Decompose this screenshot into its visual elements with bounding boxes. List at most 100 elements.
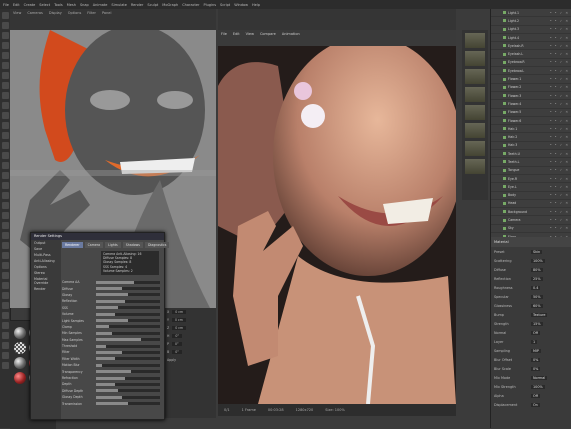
- tool-icon[interactable]: [1, 52, 9, 59]
- visibility-toggle[interactable]: • • ✓ ✕: [550, 210, 569, 214]
- history-thumbnail[interactable]: [465, 141, 485, 156]
- tool-icon[interactable]: [1, 342, 9, 349]
- tool-icon[interactable]: [1, 132, 9, 139]
- object-row[interactable]: Eyebrow.R • • ✓ ✕: [491, 59, 571, 68]
- dialog-tab[interactable]: Lights: [105, 242, 121, 248]
- object-row[interactable]: Teeth.L • • ✓ ✕: [491, 158, 571, 167]
- visibility-toggle[interactable]: • • ✓ ✕: [550, 94, 569, 98]
- visibility-toggle[interactable]: • • ✓ ✕: [550, 135, 569, 139]
- tool-icon[interactable]: [1, 142, 9, 149]
- tool-icon[interactable]: [1, 322, 9, 329]
- visibility-toggle[interactable]: • • ✓ ✕: [550, 193, 569, 197]
- tool-icon[interactable]: [1, 152, 9, 159]
- visibility-toggle[interactable]: • • ✓ ✕: [550, 110, 569, 114]
- object-row[interactable]: Flower.4 • • ✓ ✕: [491, 100, 571, 109]
- tool-icon[interactable]: [1, 292, 9, 299]
- object-row[interactable]: Camera • • ✓ ✕: [491, 216, 571, 225]
- visibility-toggle[interactable]: • • ✓ ✕: [550, 44, 569, 48]
- visibility-toggle[interactable]: • • ✓ ✕: [550, 143, 569, 147]
- tool-icon[interactable]: [1, 102, 9, 109]
- attribute-value-field[interactable]: 100%: [531, 384, 545, 389]
- setting-slider[interactable]: [96, 370, 160, 374]
- tool-icon[interactable]: [1, 222, 9, 229]
- history-thumbnail[interactable]: [465, 69, 485, 84]
- setting-slider[interactable]: [96, 312, 160, 316]
- tool-icon[interactable]: [1, 162, 9, 169]
- tool-icon[interactable]: [1, 362, 9, 369]
- setting-slider[interactable]: [96, 402, 160, 406]
- coordinate-field[interactable]: 0°: [171, 342, 182, 346]
- viewport-menu-item[interactable]: View: [13, 11, 21, 15]
- object-row[interactable]: Flower.5 • • ✓ ✕: [491, 109, 571, 117]
- object-row[interactable]: Light.1 • • ✓ ✕: [491, 9, 571, 18]
- attribute-value-field[interactable]: 80%: [531, 267, 543, 272]
- setting-slider[interactable]: [96, 280, 160, 284]
- menu-item[interactable]: Mesh: [67, 3, 76, 7]
- history-thumbnail[interactable]: [465, 123, 485, 138]
- object-row[interactable]: Eyelash.R • • ✓ ✕: [491, 42, 571, 51]
- attribute-value-field[interactable]: 50%: [531, 294, 543, 299]
- menu-item[interactable]: Sculpt: [147, 3, 158, 7]
- visibility-toggle[interactable]: • • ✓ ✕: [550, 160, 569, 164]
- viewport-menu-item[interactable]: Options: [68, 11, 82, 15]
- history-thumbnail[interactable]: [465, 51, 485, 66]
- tool-icon[interactable]: [1, 22, 9, 29]
- viewport-menu-item[interactable]: Panel: [102, 11, 111, 15]
- coordinate-field[interactable]: 0 cm: [172, 310, 187, 314]
- visibility-toggle[interactable]: • • ✓ ✕: [550, 27, 569, 31]
- coordinate-field[interactable]: 0°: [172, 350, 182, 354]
- tool-icon[interactable]: [1, 202, 9, 209]
- visibility-toggle[interactable]: • • ✓ ✕: [550, 177, 569, 181]
- tool-icon[interactable]: [1, 112, 9, 119]
- tool-icon[interactable]: [1, 312, 9, 319]
- tool-icon[interactable]: [1, 262, 9, 269]
- dialog-sidebar-item[interactable]: Render: [31, 286, 61, 292]
- attribute-value-field[interactable]: 100%: [531, 258, 545, 263]
- menu-item[interactable]: Animate: [93, 3, 108, 7]
- render-menu-item[interactable]: Compare: [260, 32, 276, 36]
- tool-icon[interactable]: [1, 72, 9, 79]
- object-row[interactable]: Light.4 • • ✓ ✕: [491, 34, 571, 43]
- menu-item[interactable]: Character: [182, 3, 199, 7]
- attribute-value-field[interactable]: Normal: [531, 375, 548, 380]
- setting-slider[interactable]: [96, 338, 160, 342]
- object-row[interactable]: Flower.2 • • ✓ ✕: [491, 84, 571, 92]
- setting-slider[interactable]: [96, 382, 160, 386]
- attribute-value-field[interactable]: On: [531, 402, 540, 407]
- object-row[interactable]: Eyebrow.L • • ✓ ✕: [491, 67, 571, 76]
- setting-slider[interactable]: [96, 287, 160, 291]
- object-row[interactable]: Flower.1 • • ✓ ✕: [491, 75, 571, 84]
- visibility-toggle[interactable]: • • ✓ ✕: [550, 152, 569, 156]
- object-row[interactable]: Background • • ✓ ✕: [491, 208, 571, 217]
- visibility-toggle[interactable]: • • ✓ ✕: [550, 218, 569, 222]
- object-row[interactable]: Eye.R • • ✓ ✕: [491, 175, 571, 184]
- object-row[interactable]: Light.3 • • ✓ ✕: [491, 26, 571, 34]
- history-thumbnail[interactable]: [465, 33, 485, 48]
- visibility-toggle[interactable]: • • ✓ ✕: [550, 168, 569, 172]
- attribute-value-field[interactable]: 0%: [531, 366, 541, 371]
- history-thumbnail[interactable]: [465, 159, 485, 174]
- history-thumbnail[interactable]: [465, 105, 485, 120]
- object-row[interactable]: Hair.2 • • ✓ ✕: [491, 133, 571, 142]
- tool-icon[interactable]: [1, 282, 9, 289]
- visibility-toggle[interactable]: • • ✓ ✕: [550, 52, 569, 56]
- attribute-value-field[interactable]: Off: [531, 393, 541, 398]
- tool-icon[interactable]: [1, 242, 9, 249]
- tool-icon[interactable]: [1, 42, 9, 49]
- dialog-tab[interactable]: Camera: [84, 242, 104, 248]
- object-row[interactable]: Light.2 • • ✓ ✕: [491, 17, 571, 26]
- setting-slider[interactable]: [96, 357, 160, 361]
- menu-item[interactable]: Select: [39, 3, 50, 7]
- tool-icon[interactable]: [1, 252, 9, 259]
- visibility-toggle[interactable]: • • ✓ ✕: [550, 69, 569, 73]
- visibility-toggle[interactable]: • • ✓ ✕: [550, 60, 569, 64]
- menu-item[interactable]: Simulate: [111, 3, 126, 7]
- coordinate-field[interactable]: 0 cm: [172, 326, 187, 330]
- tool-icon[interactable]: [1, 172, 9, 179]
- menu-item[interactable]: Edit: [13, 3, 20, 7]
- tool-icon[interactable]: [1, 302, 9, 309]
- menu-item[interactable]: Window: [234, 3, 248, 7]
- tool-icon[interactable]: [1, 332, 9, 339]
- menu-item[interactable]: Render: [131, 3, 143, 7]
- visibility-toggle[interactable]: • • ✓ ✕: [550, 102, 569, 106]
